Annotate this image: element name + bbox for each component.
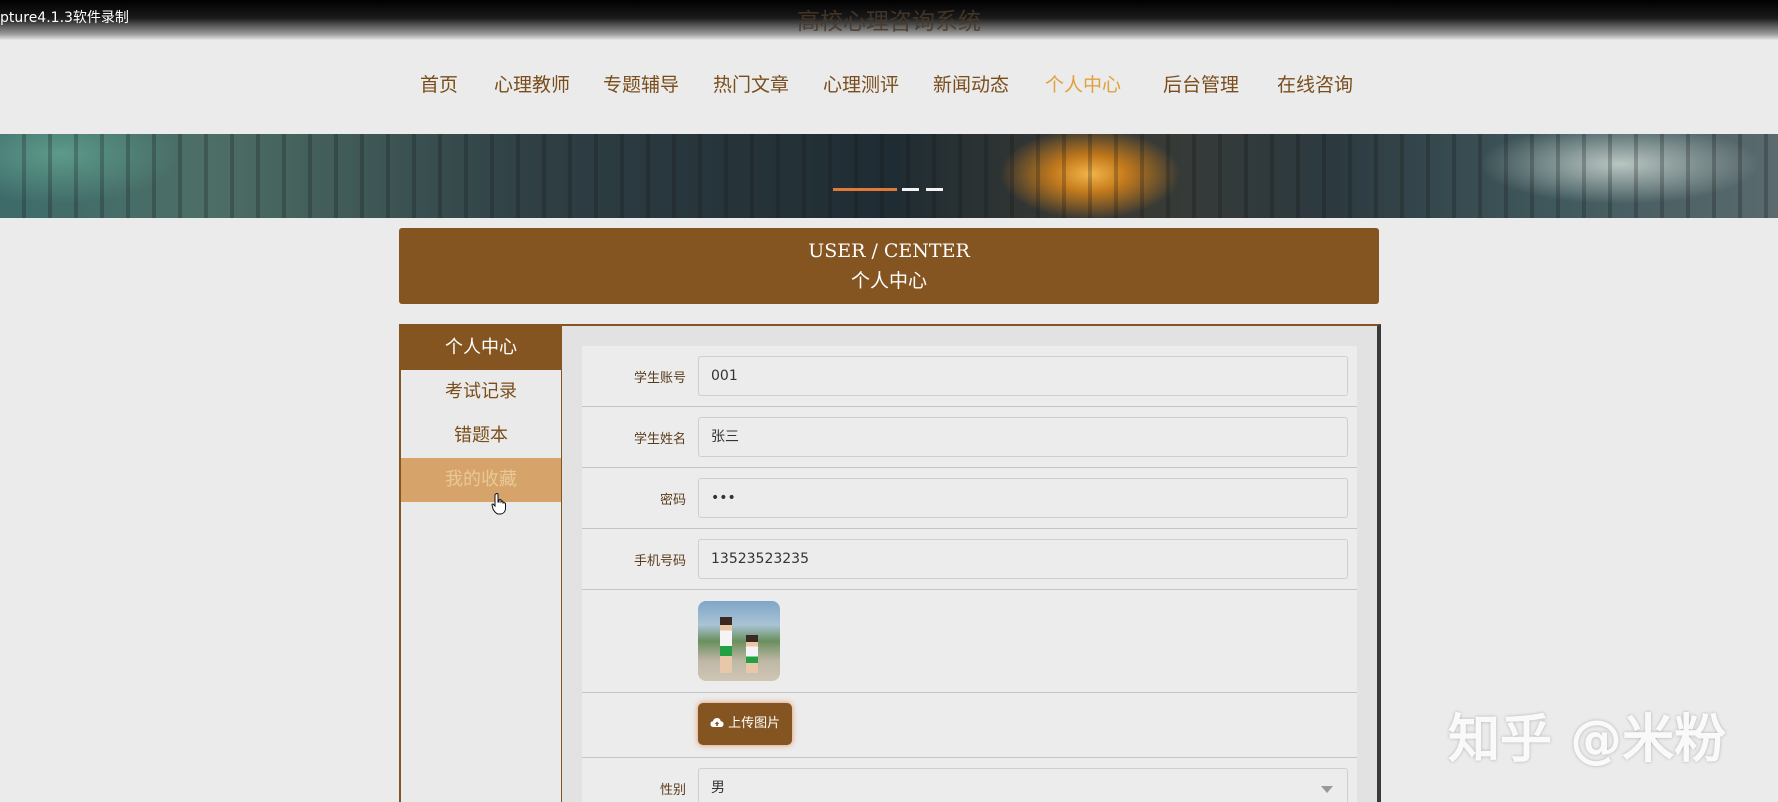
name-label: 学生姓名 [633, 432, 686, 447]
gender-select[interactable]: 男 [698, 768, 1348, 802]
sidebar-item-exam-records[interactable]: 考试记录 [401, 370, 561, 414]
sidebar-item-user-center[interactable]: 个人中心 [401, 326, 561, 370]
chevron-down-icon [1321, 786, 1333, 793]
phone-input[interactable]: 13523523235 [698, 539, 1348, 579]
form-row-upload: 上传图片 [582, 693, 1357, 758]
phone-label: 手机号码 [633, 554, 686, 569]
carousel-indicator-3[interactable] [926, 188, 943, 191]
form-row-gender: 性别 男 [582, 758, 1357, 802]
profile-panel: 学生账号 001 学生姓名 张三 密码 ••• 手机号码 13523523235 [562, 324, 1381, 802]
banner-carousel[interactable] [0, 134, 1778, 218]
password-label: 密码 [659, 493, 686, 508]
nav-item-home[interactable]: 首页 [420, 70, 458, 97]
form-row-avatar [582, 590, 1357, 693]
upload-image-button[interactable]: 上传图片 [698, 703, 792, 745]
nav-item-topics[interactable]: 专题辅导 [603, 70, 679, 97]
recorder-bar: pture4.1.3软件录制 高校心理咨询系统 [0, 0, 1778, 40]
user-sidebar: 个人中心 考试记录 错题本 我的收藏 [399, 324, 562, 802]
site-title: 高校心理咨询系统 [797, 9, 981, 35]
nav-item-assessment[interactable]: 心理测评 [823, 70, 899, 97]
banner-image [0, 134, 1778, 218]
password-input[interactable]: ••• [698, 478, 1348, 518]
name-input[interactable]: 张三 [698, 417, 1348, 457]
nav-item-online-consult[interactable]: 在线咨询 [1277, 70, 1353, 97]
cloud-upload-icon [710, 718, 724, 727]
nav-item-articles[interactable]: 热门文章 [713, 70, 789, 97]
user-center-header: USER / CENTER 个人中心 [399, 228, 1379, 304]
nav-item-teachers[interactable]: 心理教师 [494, 70, 570, 97]
form-row-account: 学生账号 001 [582, 346, 1357, 407]
account-label: 学生账号 [633, 371, 686, 386]
main-nav: 首页 心理教师 专题辅导 热门文章 心理测评 新闻动态 个人中心 后台管理 在线… [0, 66, 1778, 102]
hand-cursor-icon [491, 493, 506, 515]
form-row-name: 学生姓名 张三 [582, 407, 1357, 468]
watermark-text: 知乎 @米粉 [1448, 710, 1727, 770]
sidebar-item-favorites[interactable]: 我的收藏 [401, 458, 561, 502]
sidebar-item-wrong-questions[interactable]: 错题本 [401, 414, 561, 458]
form-row-phone: 手机号码 13523523235 [582, 529, 1357, 590]
nav-item-user-center[interactable]: 个人中心 [1045, 70, 1121, 97]
nav-item-news[interactable]: 新闻动态 [933, 70, 1009, 97]
form-row-password: 密码 ••• [582, 468, 1357, 529]
header-title-en: USER / CENTER [808, 240, 970, 262]
upload-button-label: 上传图片 [728, 716, 781, 731]
nav-item-admin[interactable]: 后台管理 [1163, 70, 1239, 97]
carousel-indicator-2[interactable] [902, 188, 919, 191]
header-title-cn: 个人中心 [850, 270, 927, 292]
gender-selected-value: 男 [711, 780, 725, 796]
gender-label: 性别 [659, 783, 686, 798]
carousel-indicator-1[interactable] [833, 188, 897, 191]
avatar-photo [698, 601, 780, 681]
account-input[interactable]: 001 [698, 356, 1348, 396]
profile-form: 学生账号 001 学生姓名 张三 密码 ••• 手机号码 13523523235 [582, 346, 1357, 802]
